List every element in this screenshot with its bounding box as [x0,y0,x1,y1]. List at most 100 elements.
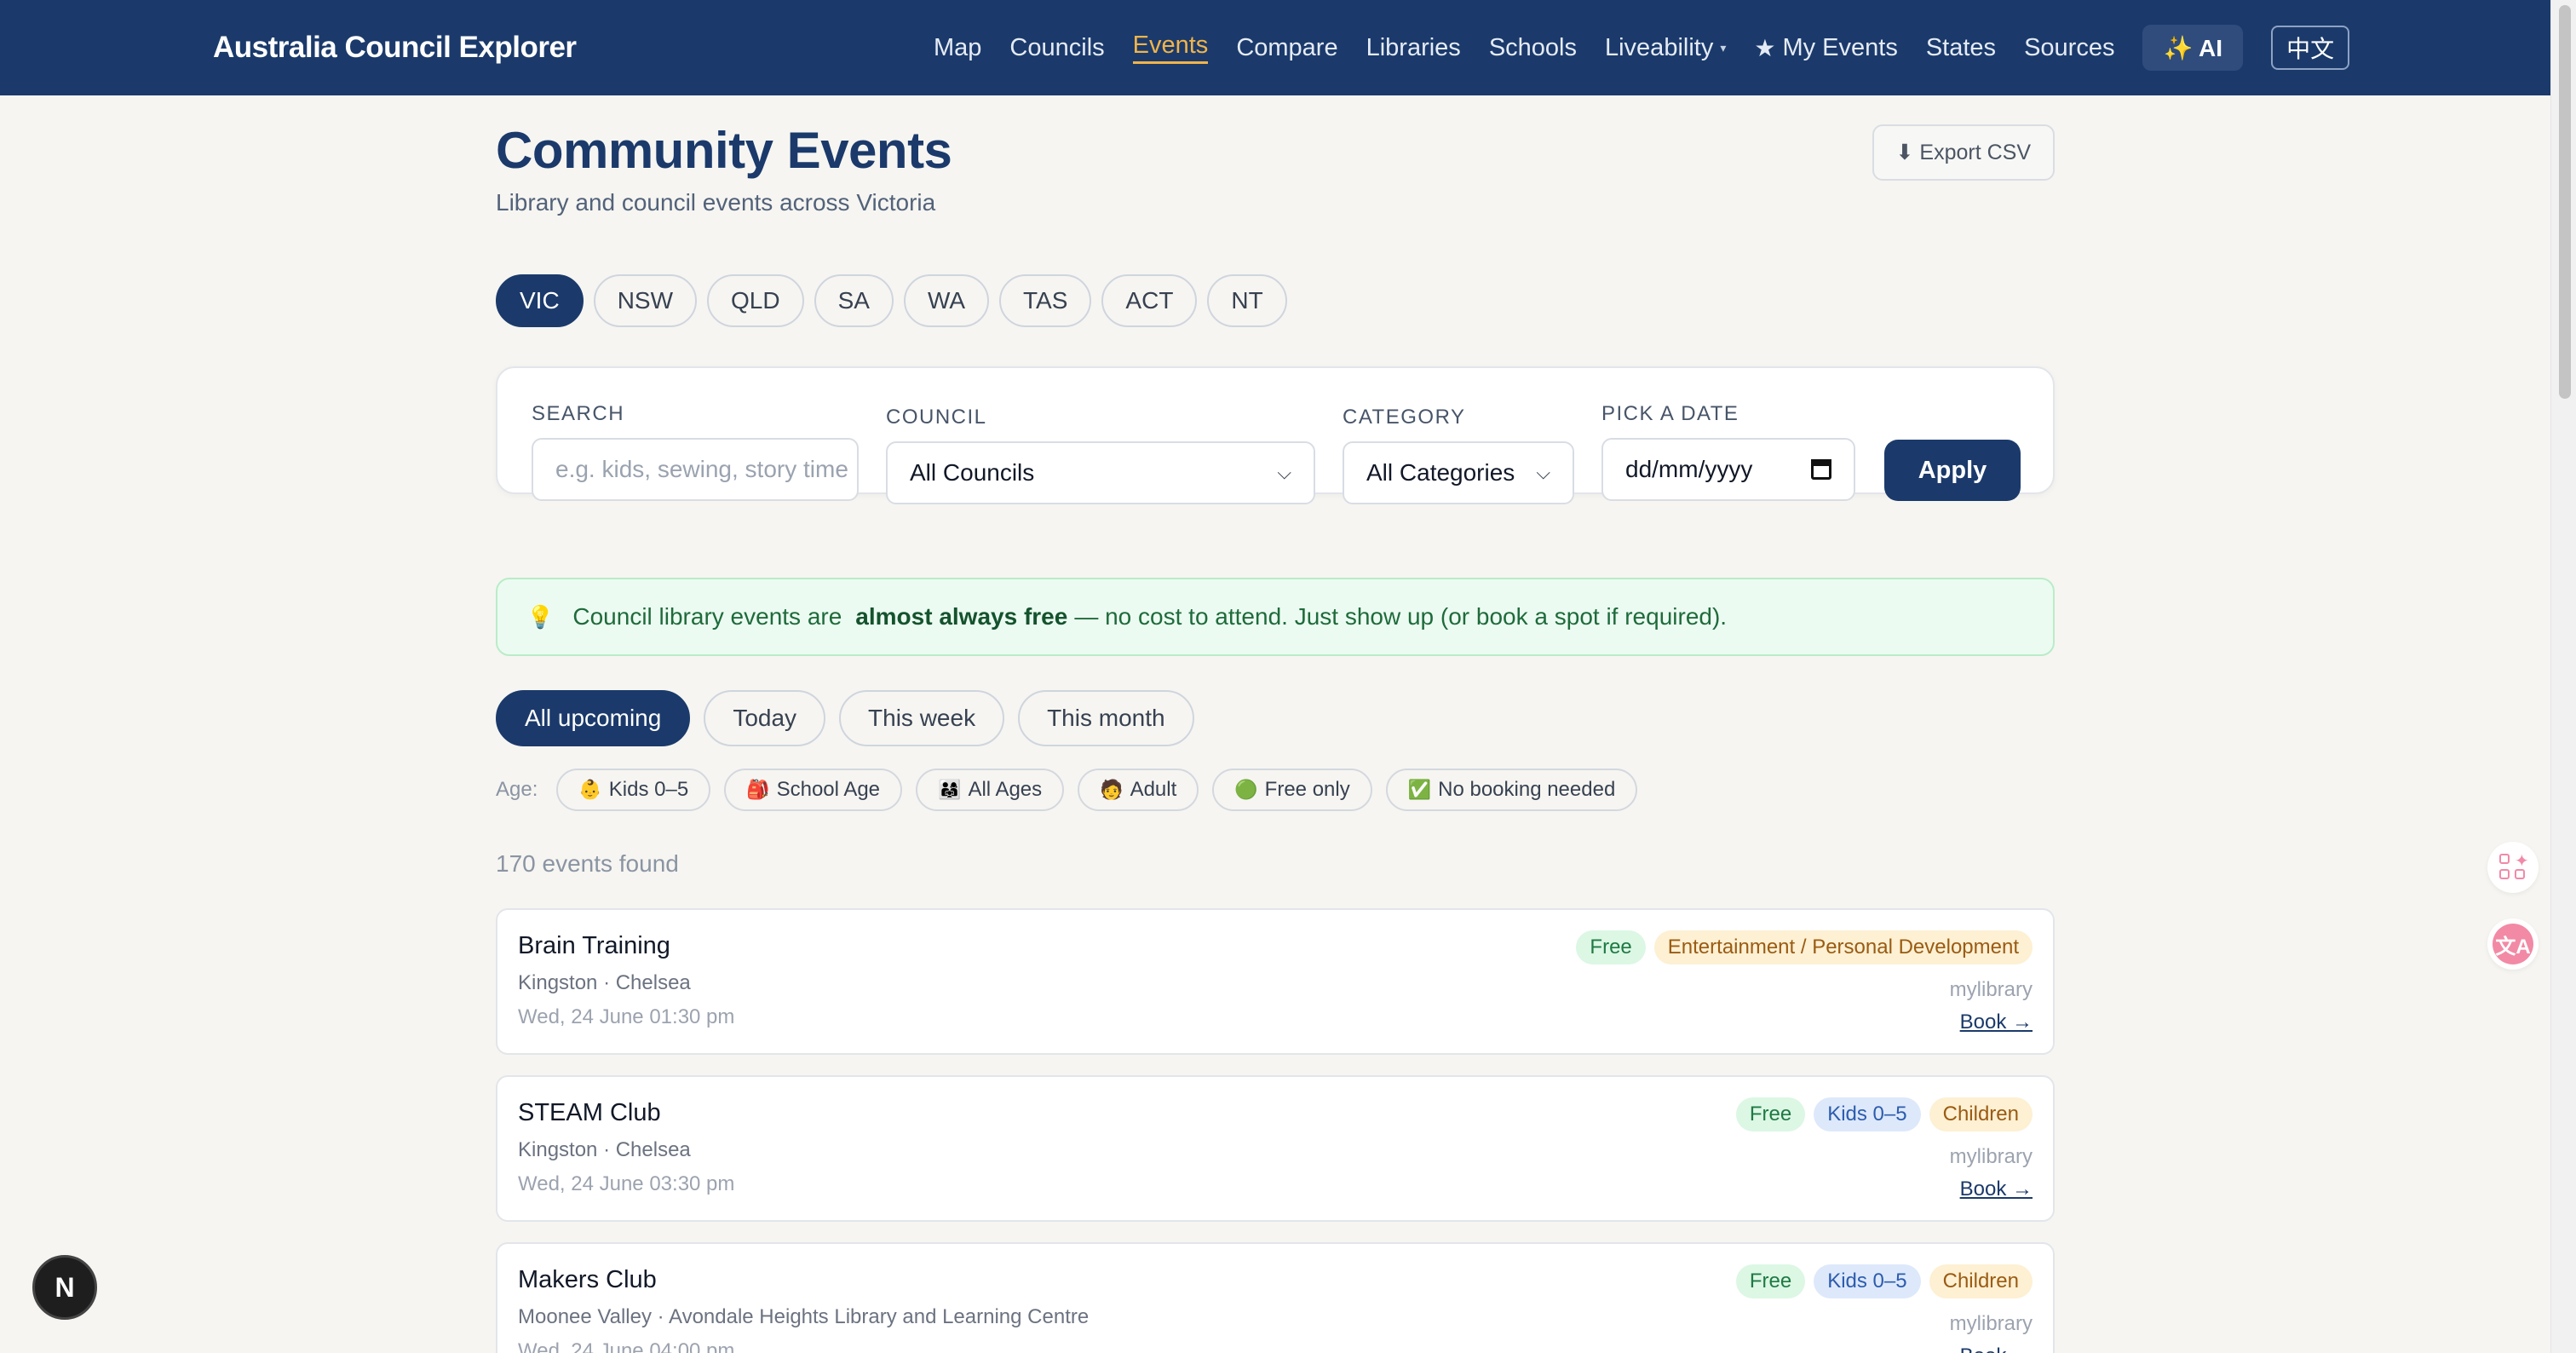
state-pill-vic[interactable]: VIC [496,274,584,327]
age-filter-label: Kids 0–5 [608,778,689,801]
apply-button[interactable]: Apply [1884,440,2021,501]
state-pill-tas[interactable]: TAS [999,274,1092,327]
event-source: mylibrary [1949,978,2033,1001]
nav-link-label: Libraries [1366,33,1461,61]
brand-logo[interactable]: Australia Council Explorer [213,0,577,95]
apps-widget-button[interactable]: ✦ [2487,842,2539,893]
age-filter-icon: ✅ [1407,779,1432,800]
calendar-icon[interactable] [1811,459,1831,480]
nav-link-map[interactable]: Map [934,0,981,95]
event-tag: Free [1735,1264,1806,1298]
range-tab-today[interactable]: Today [704,690,826,746]
age-filter-free-only[interactable]: 🟢 Free only [1212,769,1372,811]
event-source: mylibrary [1949,1145,2033,1168]
nav-link-label: Sources [2024,33,2115,61]
event-source: mylibrary [1949,1312,2033,1335]
dev-tools-badge[interactable]: N [32,1255,97,1320]
event-location: Moonee Valley · Avondale Heights Library… [518,1305,1090,1328]
export-csv-button[interactable]: ⬇ Export CSV [1872,124,2055,181]
age-filter-icon: 🧑 [1100,779,1124,800]
translate-icon: 文A [2493,924,2533,964]
category-group: CATEGORY All Categories ⌵ [1343,406,1574,504]
event-title: STEAM Club [518,1099,661,1126]
event-card[interactable]: STEAM Club Kingston · Chelsea Wed, 24 June… [496,1075,2055,1222]
age-filter-adult[interactable]: 🧑 Adult [1078,769,1199,811]
caret-down-icon: ▾ [1720,40,1727,55]
state-selector: VIC NSW QLD SA WA TAS ACT NT [496,274,1287,327]
event-card[interactable]: Makers Club Moonee Valley · Avondale Heig… [496,1242,2055,1353]
date-group: PICK A DATE dd/mm/yyyy [1601,402,1855,501]
event-tag: Free [1576,930,1646,964]
age-filter-label: School Age [776,778,881,801]
event-tag: Free [1735,1097,1806,1131]
event-tag: Children [1929,1264,2033,1298]
search-input[interactable]: e.g. kids, sewing, story time [532,438,859,501]
state-pill-qld[interactable]: QLD [707,274,804,327]
nav-link-label: Events [1132,32,1209,64]
nav-link-label: Councils [1009,33,1105,61]
event-date: Wed, 24 June 03:30 pm [518,1172,735,1195]
age-filter-label: Free only [1264,778,1350,801]
event-location: Kingston · Chelsea [518,1138,691,1161]
range-tab-this-week[interactable]: This week [839,690,1005,746]
range-tab-all-upcoming[interactable]: All upcoming [496,690,691,746]
nav-link-label: Liveability [1604,33,1714,61]
page-title: Community Events [496,122,952,179]
nav-link-my-events[interactable]: ★ My Events [1754,0,1897,95]
council-select[interactable]: All Councils ⌵ [886,441,1315,504]
state-pill-act[interactable]: ACT [1101,274,1198,327]
event-card[interactable]: Brain Training Kingston · Chelsea Wed, 24 … [496,908,2055,1055]
age-filter-label: All Ages [968,778,1043,801]
council-label: COUNCIL [886,406,987,429]
age-label: Age: [496,778,538,801]
range-tab-this-month[interactable]: This month [1018,690,1194,746]
date-input[interactable]: dd/mm/yyyy [1601,438,1855,501]
nav-link-schools[interactable]: Schools [1489,0,1577,95]
nav-link-label: Compare [1236,33,1338,61]
state-pill-sa[interactable]: SA [814,274,894,327]
state-pill-nt[interactable]: NT [1207,274,1287,327]
age-filter-no-booking-needed[interactable]: ✅ No booking needed [1385,769,1638,811]
event-title: Makers Club [518,1266,657,1293]
state-pill-wa[interactable]: WA [903,274,990,327]
state-pill-nsw[interactable]: NSW [593,274,698,327]
event-date: Wed, 24 June 01:30 pm [518,1005,735,1028]
event-book-link[interactable]: Book → [1960,1177,2033,1201]
date-range-tabs: All upcoming Today This week This month [496,690,1194,746]
event-tags: Free Kids 0–5 Children [1735,1097,2033,1131]
translate-widget-button[interactable]: 文A [2487,918,2539,970]
event-tag: Entertainment / Personal Development [1653,930,2033,964]
ai-button[interactable]: ✨ AI [2142,25,2244,71]
tip-text-post: — no cost to attend. Just show up (or bo… [1074,603,1728,630]
event-tag: Children [1929,1097,2033,1131]
event-book-link[interactable]: Book → [1960,1344,2033,1353]
age-filter-all-ages[interactable]: 👨‍👩‍👧 All Ages [916,769,1065,811]
age-filter-icon: 🎒 [746,779,770,800]
chevron-down-icon: ⌵ [1277,462,1291,483]
language-toggle-button[interactable]: 中文 [2271,26,2350,70]
council-group: COUNCIL All Councils ⌵ [886,406,1315,504]
category-select[interactable]: All Categories ⌵ [1343,441,1574,504]
nav-link-label: Map [934,33,982,61]
age-filters: Age: 👶 Kids 0–5 🎒 School Age 👨‍👩‍👧 All Ages 🧑 A… [496,769,1638,811]
nav-link-events[interactable]: Events [1132,0,1209,95]
nav-link-states[interactable]: States [1926,0,1996,95]
chevron-down-icon: ⌵ [1536,462,1550,483]
nav-link-sources[interactable]: Sources [2024,0,2114,95]
event-date: Wed, 24 June 04:00 pm [518,1339,735,1353]
tip-text-pre: Council library events are [572,603,842,630]
age-filter-school-age[interactable]: 🎒 School Age [724,769,903,811]
filter-card: SEARCH e.g. kids, sewing, story time COU… [496,366,2055,504]
age-filter-label: No booking needed [1438,778,1616,801]
nav-link-liveability[interactable]: Liveability ▾ [1605,0,1726,95]
nav-link-label: States [1925,33,1997,61]
nav-link-libraries[interactable]: Libraries [1366,0,1461,95]
nav-link-compare[interactable]: Compare [1236,0,1337,95]
event-book-link[interactable]: Book → [1960,1010,2033,1034]
star-icon: ★ [1754,34,1776,61]
scrollbar-thumb[interactable] [2559,5,2571,399]
nav-link-label: Schools [1488,33,1577,61]
nav-link-councils[interactable]: Councils [1009,0,1104,95]
event-location: Kingston · Chelsea [518,971,691,994]
age-filter-kids-0-5[interactable]: 👶 Kids 0–5 [556,769,711,811]
